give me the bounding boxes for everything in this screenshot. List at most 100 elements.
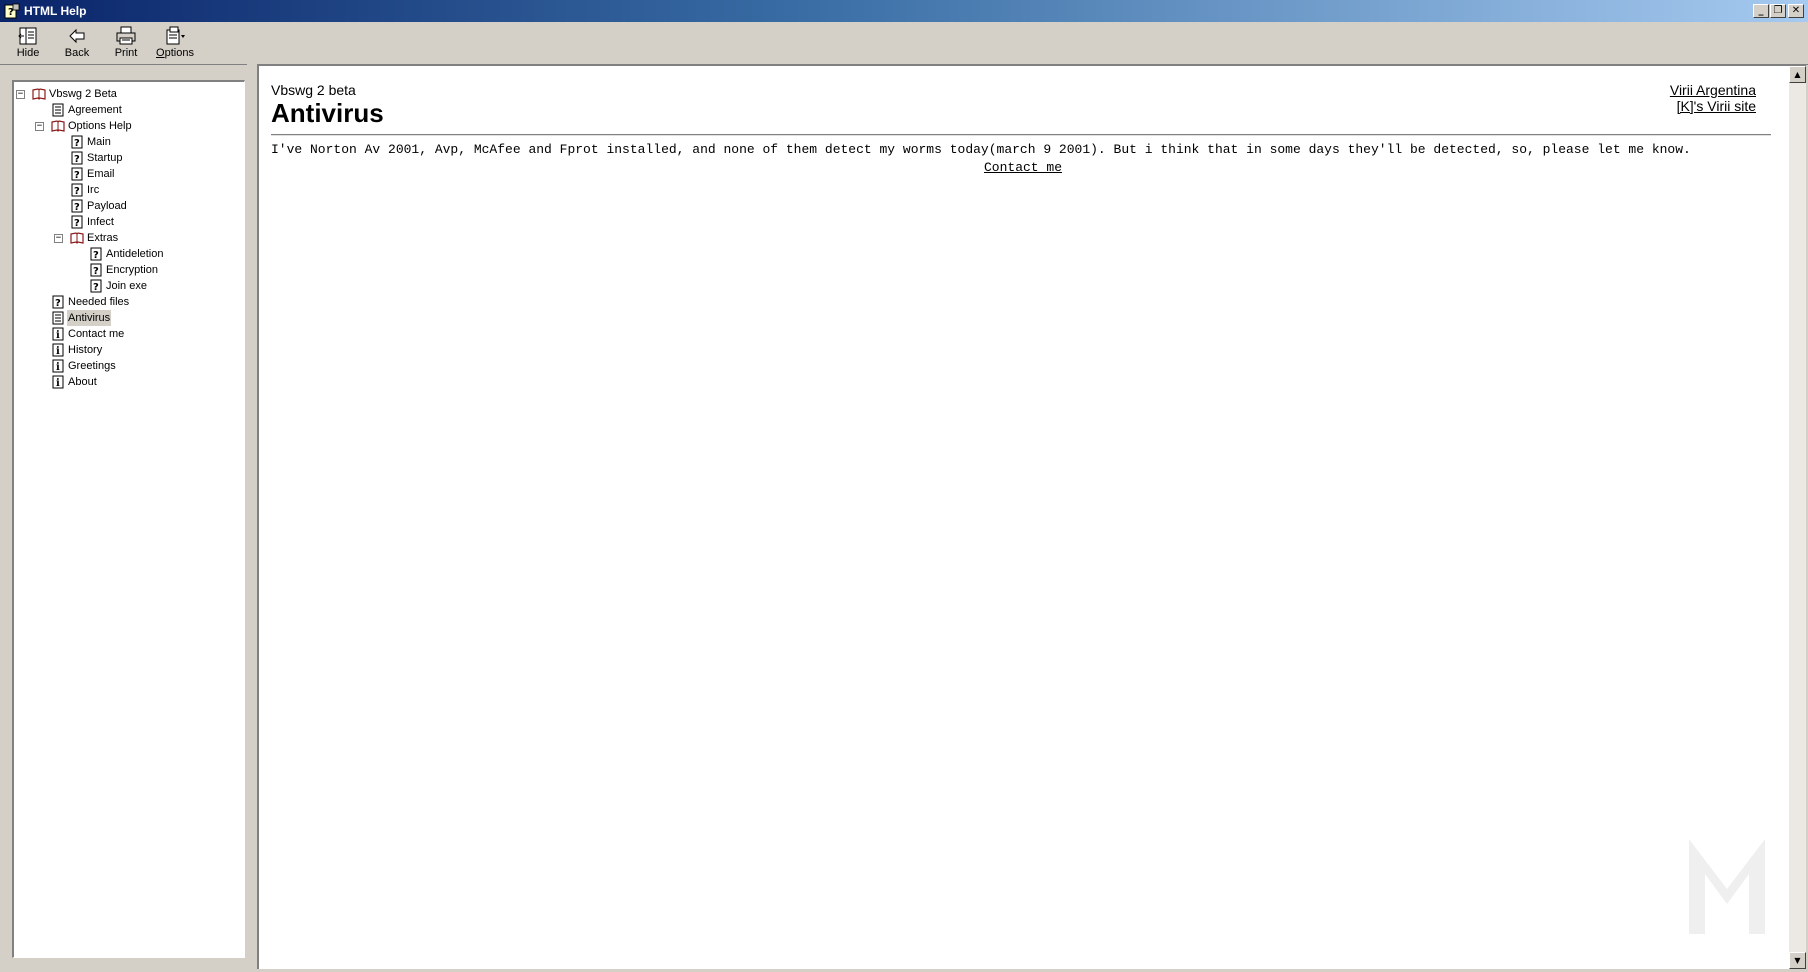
tree-item-label: Antideletion <box>106 248 164 260</box>
watermark-logo <box>1689 839 1765 934</box>
pane-splitter[interactable] <box>247 64 257 972</box>
close-button[interactable]: ✕ <box>1788 4 1804 18</box>
contact-me-link[interactable]: Contact me <box>984 160 1062 175</box>
tree-item-label: Extras <box>87 232 119 244</box>
tree-item[interactable]: ? Payload <box>14 198 234 214</box>
tree-item[interactable]: i Contact me <box>14 326 234 342</box>
info-topic-icon: i <box>51 359 65 373</box>
tree-item-label: Irc <box>87 184 100 196</box>
svg-text:?: ? <box>74 138 80 149</box>
info-topic-icon: i <box>51 343 65 357</box>
back-arrow-icon <box>69 28 85 44</box>
info-topic-icon: i <box>51 327 65 341</box>
tree-item[interactable]: ? Irc <box>14 182 234 198</box>
page-title: Antivirus <box>271 98 384 128</box>
help-topic-icon: ? <box>70 199 84 213</box>
svg-text:?: ? <box>74 154 80 165</box>
svg-text:i: i <box>56 362 60 373</box>
hide-icon <box>18 27 37 45</box>
help-topic-icon: ? <box>89 247 103 261</box>
k-virii-site-link[interactable]: [K]'s Virii site <box>1677 98 1756 114</box>
topic-subtitle: Vbswg 2 beta <box>271 82 356 98</box>
print-button[interactable]: Print <box>102 24 150 62</box>
tree-item[interactable]: ? Encryption <box>14 262 234 278</box>
help-topic-icon: ? <box>70 151 84 165</box>
open-book-icon <box>32 87 46 101</box>
options-label: Options <box>156 47 194 59</box>
tree-item[interactable]: ? Email <box>14 166 234 182</box>
help-topic-icon: ? <box>70 167 84 181</box>
tree-item-label: Needed files <box>68 296 130 308</box>
tree-item[interactable]: i About <box>14 374 234 390</box>
vertical-scrollbar[interactable]: ▲ ▼ <box>1789 66 1806 969</box>
svg-text:?: ? <box>74 202 80 213</box>
tree-item[interactable]: i Greetings <box>14 358 234 374</box>
tree-item[interactable]: − Options Help <box>14 118 234 134</box>
svg-text:?: ? <box>93 250 99 261</box>
options-icon <box>166 26 185 45</box>
tree-item[interactable]: − Extras <box>14 230 234 246</box>
printer-icon <box>116 26 136 45</box>
svg-text:?: ? <box>74 170 80 181</box>
tree-item[interactable]: ? Startup <box>14 150 234 166</box>
collapse-toggle[interactable]: − <box>54 234 63 243</box>
tree-item-label: Infect <box>87 216 114 228</box>
svg-text:i: i <box>56 330 60 341</box>
tree-item-label: Options Help <box>68 120 132 132</box>
divider <box>271 134 1771 136</box>
collapse-toggle[interactable]: − <box>16 90 25 99</box>
minimize-button[interactable]: _ <box>1753 4 1769 18</box>
tree-item[interactable]: ? Antideletion <box>14 246 234 262</box>
tree-item-label: Vbswg 2 Beta <box>49 88 117 100</box>
restore-button[interactable]: ❐ <box>1770 4 1786 18</box>
svg-text:?: ? <box>93 266 99 277</box>
scroll-down-button[interactable]: ▼ <box>1789 952 1806 969</box>
tree-item-label: Agreement <box>68 104 122 116</box>
page-icon <box>51 311 65 325</box>
html-help-window: ? HTML Help _ ❐ ✕ Hide Back Print Option… <box>0 0 1808 972</box>
help-topic-icon: ? <box>51 295 65 309</box>
help-topic-icon: ? <box>89 263 103 277</box>
help-topic-icon: ? <box>70 215 84 229</box>
svg-text:?: ? <box>74 218 80 229</box>
help-app-icon: ? <box>4 3 20 19</box>
tree-item-label: Antivirus <box>67 310 112 326</box>
tree-item-label: Main <box>87 136 111 148</box>
tree-item[interactable]: ? Main <box>14 134 234 150</box>
help-topic-icon: ? <box>70 135 84 149</box>
hide-button[interactable]: Hide <box>4 24 52 62</box>
tree-item-label: Join exe <box>106 280 147 292</box>
svg-text:i: i <box>56 346 60 357</box>
print-label: Print <box>114 47 138 59</box>
tree-item[interactable]: Agreement <box>14 102 234 118</box>
tree-item-label: Greetings <box>68 360 116 372</box>
tree-item[interactable]: ? Needed files <box>14 294 234 310</box>
scroll-up-button[interactable]: ▲ <box>1789 66 1806 83</box>
open-book-icon <box>70 231 84 245</box>
help-topic-icon: ? <box>89 279 103 293</box>
topic-body-text: I've Norton Av 2001, Avp, McAfee and Fpr… <box>271 142 1691 157</box>
tree-item-label: Email <box>87 168 115 180</box>
svg-text:i: i <box>56 378 60 389</box>
tree-item-label: Contact me <box>68 328 125 340</box>
contents-tree[interactable]: − Vbswg 2 Beta Agreement − Options Help? Main… <box>12 80 245 958</box>
virii-argentina-link[interactable]: Virii Argentina <box>1670 82 1756 98</box>
tree-item[interactable]: Antivirus <box>14 310 234 326</box>
tree-item-label: Payload <box>87 200 127 212</box>
svg-text:?: ? <box>74 186 80 197</box>
collapse-toggle[interactable]: − <box>35 122 44 131</box>
window-title: HTML Help <box>24 4 87 18</box>
tree-item-label: Encryption <box>106 264 158 276</box>
tree-item[interactable]: ? Join exe <box>14 278 234 294</box>
tree-item-label: Startup <box>87 152 123 164</box>
tree-item-label: History <box>68 344 103 356</box>
hide-label: Hide <box>16 47 40 59</box>
topic-content-pane: Vbswg 2 beta Antivirus Virii Argentina [… <box>257 64 1806 969</box>
page-icon <box>51 103 65 117</box>
tree-item[interactable]: − Vbswg 2 Beta <box>14 86 234 102</box>
options-button[interactable]: Options <box>151 24 199 62</box>
tree-item[interactable]: ? Infect <box>14 214 234 230</box>
title-bar[interactable]: ? HTML Help _ ❐ ✕ <box>0 0 1808 22</box>
back-button[interactable]: Back <box>53 24 101 62</box>
tree-item[interactable]: i History <box>14 342 234 358</box>
